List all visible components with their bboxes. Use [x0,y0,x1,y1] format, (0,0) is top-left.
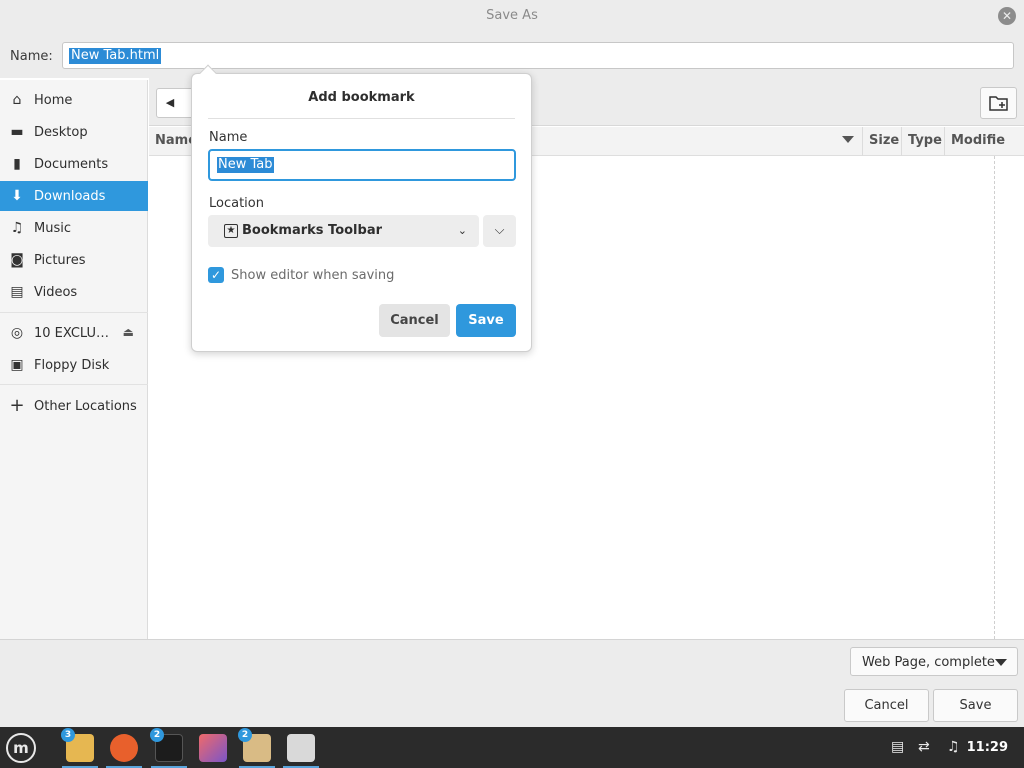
sidebar-item-other-locations[interactable]: + Other Locations [0,391,148,421]
bookmark-star-icon: ★ [224,224,238,238]
file-type-value: Web Page, complete [862,655,995,670]
feedix-icon [287,734,315,762]
taskbar-archive[interactable]: 2 [238,728,275,768]
sidebar-item-home[interactable]: ⌂ Home [0,85,148,115]
save-button[interactable]: Save [933,689,1018,722]
location-expand-button[interactable]: ⌵ [483,215,516,247]
add-bookmark-popover: Add bookmark Name New Tab Location ★ Boo… [191,64,532,352]
notes-icon[interactable]: ▤ [891,739,904,755]
sidebar-item-label: Documents [34,157,109,172]
plus-icon: + [9,395,25,416]
downloads-icon: ⬇ [11,188,23,204]
disc-icon: ◎ [10,325,24,341]
videos-icon: ▤ [10,284,24,300]
bookmark-cancel-button[interactable]: Cancel [379,304,450,337]
sidebar-item-label: Home [34,93,73,108]
sidebar-item-desktop[interactable]: ▬ Desktop [0,117,148,147]
taskbar-files[interactable]: 3 [61,728,98,768]
cancel-button[interactable]: Cancel [844,689,929,722]
dialog-footer: Web Page, complete Cancel Save [0,639,1024,727]
back-icon[interactable]: ◀ [156,88,184,118]
sidebar-item-videos[interactable]: ▤ Videos [0,277,148,307]
bookmark-location-label: Location [209,196,264,211]
column-size[interactable]: Size [869,133,899,148]
taskbar-image-viewer[interactable] [195,730,231,766]
pictures-icon: ◙ [10,252,24,268]
filename-value[interactable]: New Tab.html [69,48,162,64]
filename-input[interactable]: New Tab.html [62,42,1014,69]
chevron-down-icon: ⌵ [494,223,505,238]
home-icon: ⌂ [12,92,22,108]
chevron-down-icon: ⌄ [457,224,467,237]
show-editor-checkbox[interactable]: ✓ [208,267,224,283]
filename-label: Name: [10,49,53,64]
bookmark-name-value[interactable]: New Tab [217,157,274,173]
documents-icon: ▮ [13,156,21,172]
taskbar-feedix[interactable] [283,730,319,768]
taskbar-firefox[interactable] [106,730,142,768]
column-modified[interactable]: Modifie [951,133,1005,148]
mint-menu-icon[interactable]: m [6,733,36,763]
bookmark-location-value: Bookmarks Toolbar [242,223,383,238]
sidebar-item-disc[interactable]: ◎ 10 EXCLU… ⏏ [0,318,148,348]
filename-row: Name: New Tab.html [0,34,1024,78]
file-type-dropdown[interactable]: Web Page, complete [850,647,1018,676]
window-title: Save As [486,8,538,23]
music-icon: ♫ [10,220,24,236]
show-editor-label[interactable]: Show editor when saving [231,268,394,283]
column-type[interactable]: Type [908,133,942,148]
floppy-icon: ▣ [10,357,24,373]
network-disconnected-icon[interactable]: ⇄ [918,739,930,755]
title-bar: Save As ✕ [0,0,1024,34]
desktop-icon: ▬ [10,124,24,140]
places-sidebar: ⌂ Home ▬ Desktop ▮ Documents ⬇ Downloads… [0,80,148,639]
sidebar-item-label: Desktop [34,125,88,140]
taskbar-terminal[interactable]: 2 [150,728,187,768]
sidebar-item-label: Floppy Disk [34,358,110,373]
sidebar-divider [0,312,148,313]
popover-title: Add bookmark [308,90,415,105]
sidebar-item-floppy[interactable]: ▣ Floppy Disk [0,350,148,380]
sidebar-divider [0,384,148,385]
firefox-icon [110,734,138,762]
window-count-badge: 2 [150,728,164,742]
sidebar-item-label: Pictures [34,253,86,268]
bookmark-save-button[interactable]: Save [456,304,516,337]
sidebar-item-label: Downloads [34,189,106,204]
new-folder-icon [989,96,1008,111]
dropdown-arrow-icon [995,659,1007,666]
sidebar-item-label: Videos [34,285,78,300]
bookmark-name-input[interactable]: New Tab [208,149,516,181]
taskbar: m 3 2 2 ▤ ⇄ ♫ 11:29 [0,727,1024,768]
new-folder-button[interactable] [980,87,1017,119]
bookmark-name-label: Name [209,130,248,145]
sidebar-item-documents[interactable]: ▮ Documents [0,149,148,179]
sidebar-item-downloads[interactable]: ⬇ Downloads [0,181,148,211]
list-edge-divider [994,156,995,639]
eject-icon[interactable]: ⏏ [123,325,134,339]
bookmark-location-dropdown[interactable]: ★ Bookmarks Toolbar ⌄ [208,215,479,247]
popover-divider [208,118,515,119]
sidebar-item-music[interactable]: ♫ Music [0,213,148,243]
sound-icon[interactable]: ♫ [947,739,960,755]
sidebar-item-label: 10 EXCLU… [34,326,110,341]
image-viewer-icon [199,734,227,762]
close-icon[interactable]: ✕ [998,7,1016,25]
window-count-badge: 2 [238,728,252,742]
window-count-badge: 3 [61,728,75,742]
sidebar-item-label: Music [34,221,71,236]
sidebar-item-pictures[interactable]: ◙ Pictures [0,245,148,275]
sort-descending-icon[interactable] [842,136,854,143]
clock[interactable]: 11:29 [967,740,1008,755]
sidebar-item-label: Other Locations [34,399,137,414]
